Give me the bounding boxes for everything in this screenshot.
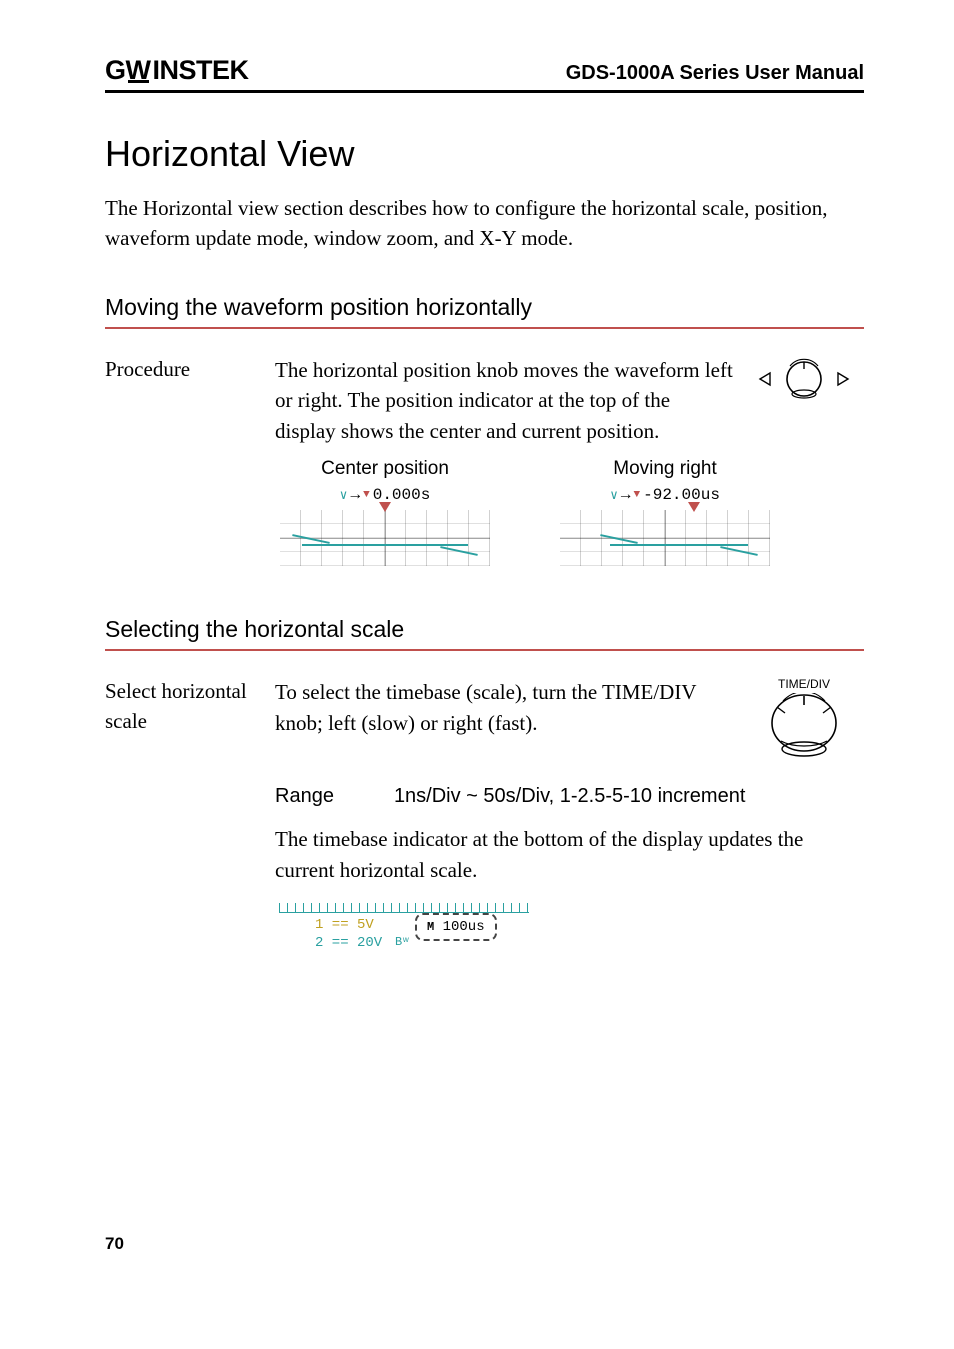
scope-grid-right — [560, 510, 770, 566]
procedure-text: The horizontal position knob moves the w… — [275, 355, 744, 446]
brand-rest: INSTEK — [153, 55, 249, 86]
red-marker-icon: ▼ — [363, 489, 370, 501]
range-value: 1ns/Div ~ 50s/Div, 1-2.5-5-10 increment — [394, 785, 745, 808]
horiz-position-knob-icon — [744, 355, 864, 403]
page-header: GWINSTEK GDS-1000A Series User Manual — [105, 55, 864, 93]
readout-right: ∨ → ▼ -92.00us — [610, 486, 720, 504]
procedure-row: Procedure The horizontal position knob m… — [105, 355, 864, 446]
example-center-caption: Center position — [321, 458, 449, 480]
timebase-indicator-figure: 1 == 5V 2 == 20V Bʷ M 100us — [275, 901, 545, 957]
scope-grid-center — [280, 510, 490, 566]
arrow-right-icon: → — [621, 486, 631, 504]
section-intro: The Horizontal view section describes ho… — [105, 193, 864, 254]
subhead-moving: Moving the waveform position horizontall… — [105, 294, 864, 329]
tb-bw: Bʷ — [395, 935, 409, 949]
brand-g: G — [105, 55, 126, 86]
timediv-knob-label: TIME/DIV — [778, 677, 830, 691]
timebase-note: The timebase indicator at the bottom of … — [275, 824, 864, 885]
cyan-caret-icon: ∨ — [340, 488, 348, 503]
position-examples: Center position ∨ → ▼ 0.000s Moving righ… — [275, 458, 864, 566]
example-center: Center position ∨ → ▼ 0.000s — [275, 458, 495, 566]
arrow-right-icon: → — [351, 486, 361, 504]
subhead-scale: Selecting the horizontal scale — [105, 616, 864, 651]
tb-ch1: 1 == 5V — [315, 917, 374, 933]
scope-ticks — [279, 903, 529, 913]
brand-logo: GWINSTEK — [105, 55, 249, 86]
header-title: GDS-1000A Series User Manual — [566, 62, 864, 85]
procedure-label: Procedure — [105, 355, 275, 384]
timediv-knob-icon: TIME/DIV — [744, 677, 864, 759]
range-label: Range — [275, 785, 334, 808]
page-number: 70 — [105, 1234, 124, 1254]
select-scale-row: Select horizontal scale To select the ti… — [105, 677, 864, 759]
readout-right-value: -92.00us — [643, 486, 720, 504]
red-marker-icon: ▼ — [634, 489, 641, 501]
tb-ch2: 2 == 20V — [315, 935, 382, 951]
cyan-caret-icon: ∨ — [610, 488, 618, 503]
section-title: Horizontal View — [105, 133, 864, 175]
tb-callout: M 100us — [415, 913, 497, 941]
brand-u: W — [126, 55, 151, 86]
select-scale-text: To select the timebase (scale), turn the… — [275, 677, 744, 738]
range-row: Range 1ns/Div ~ 50s/Div, 1-2.5-5-10 incr… — [275, 785, 864, 808]
example-right: Moving right ∨ → ▼ -92.00us — [555, 458, 775, 566]
tb-callout-value: 100us — [434, 919, 484, 935]
example-right-caption: Moving right — [613, 458, 717, 480]
select-scale-label: Select horizontal scale — [105, 677, 275, 736]
